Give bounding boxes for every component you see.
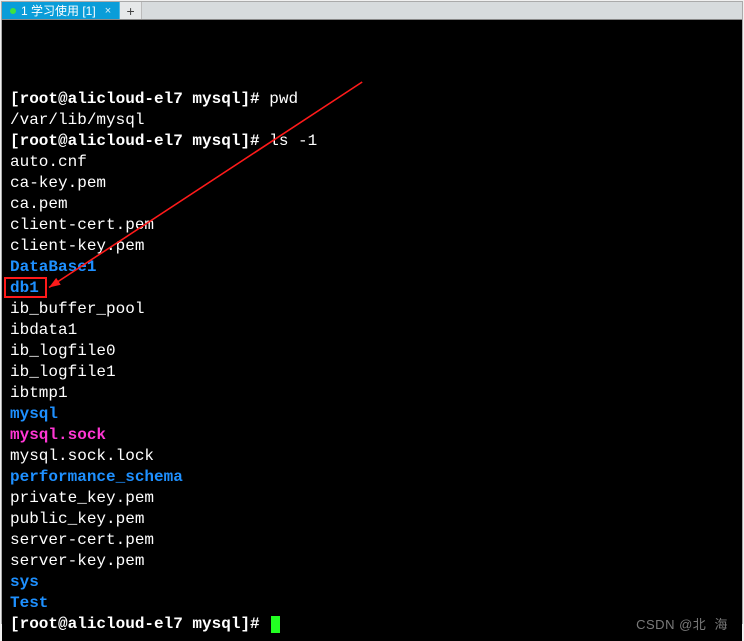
listing-item: mysql.sock — [10, 425, 734, 446]
listing-item: private_key.pem — [10, 488, 734, 509]
prompt-line: [root@alicloud-el7 mysql]# ls -1 — [10, 131, 734, 152]
close-icon[interactable]: × — [105, 5, 111, 17]
listing-item: db1 — [10, 278, 734, 299]
listing-item: server-key.pem — [10, 551, 734, 572]
tab-active[interactable]: 1 学习使用 [1] × — [2, 2, 120, 19]
terminal-window: 1 学习使用 [1] × + [root@alicloud-el7 mysql]… — [1, 1, 743, 624]
prompt-line: [root@alicloud-el7 mysql]# pwd — [10, 89, 734, 110]
status-dot-icon — [10, 8, 16, 14]
listing-item: public_key.pem — [10, 509, 734, 530]
listing-item: DataBase1 — [10, 257, 734, 278]
listing-item: Test — [10, 593, 734, 614]
listing-item: server-cert.pem — [10, 530, 734, 551]
listing-item: ca.pem — [10, 194, 734, 215]
listing-item: performance_schema — [10, 467, 734, 488]
listing-item: ca-key.pem — [10, 173, 734, 194]
listing-item: ib_logfile1 — [10, 362, 734, 383]
listing-item: ibtmp1 — [10, 383, 734, 404]
listing-item: client-key.pem — [10, 236, 734, 257]
terminal-body[interactable]: [root@alicloud-el7 mysql]# pwd/var/lib/m… — [2, 20, 742, 641]
new-tab-button[interactable]: + — [120, 2, 142, 19]
listing-item: mysql — [10, 404, 734, 425]
listing-item: sys — [10, 572, 734, 593]
output-line: /var/lib/mysql — [10, 110, 734, 131]
listing-item: auto.cnf — [10, 152, 734, 173]
listing-item: ib_logfile0 — [10, 341, 734, 362]
plus-icon: + — [127, 3, 135, 19]
listing-item: client-cert.pem — [10, 215, 734, 236]
listing-item: ibdata1 — [10, 320, 734, 341]
listing-item: ib_buffer_pool — [10, 299, 734, 320]
tab-label: 1 学习使用 [1] — [21, 2, 96, 19]
tab-bar: 1 学习使用 [1] × + — [2, 2, 742, 20]
listing-item: mysql.sock.lock — [10, 446, 734, 467]
